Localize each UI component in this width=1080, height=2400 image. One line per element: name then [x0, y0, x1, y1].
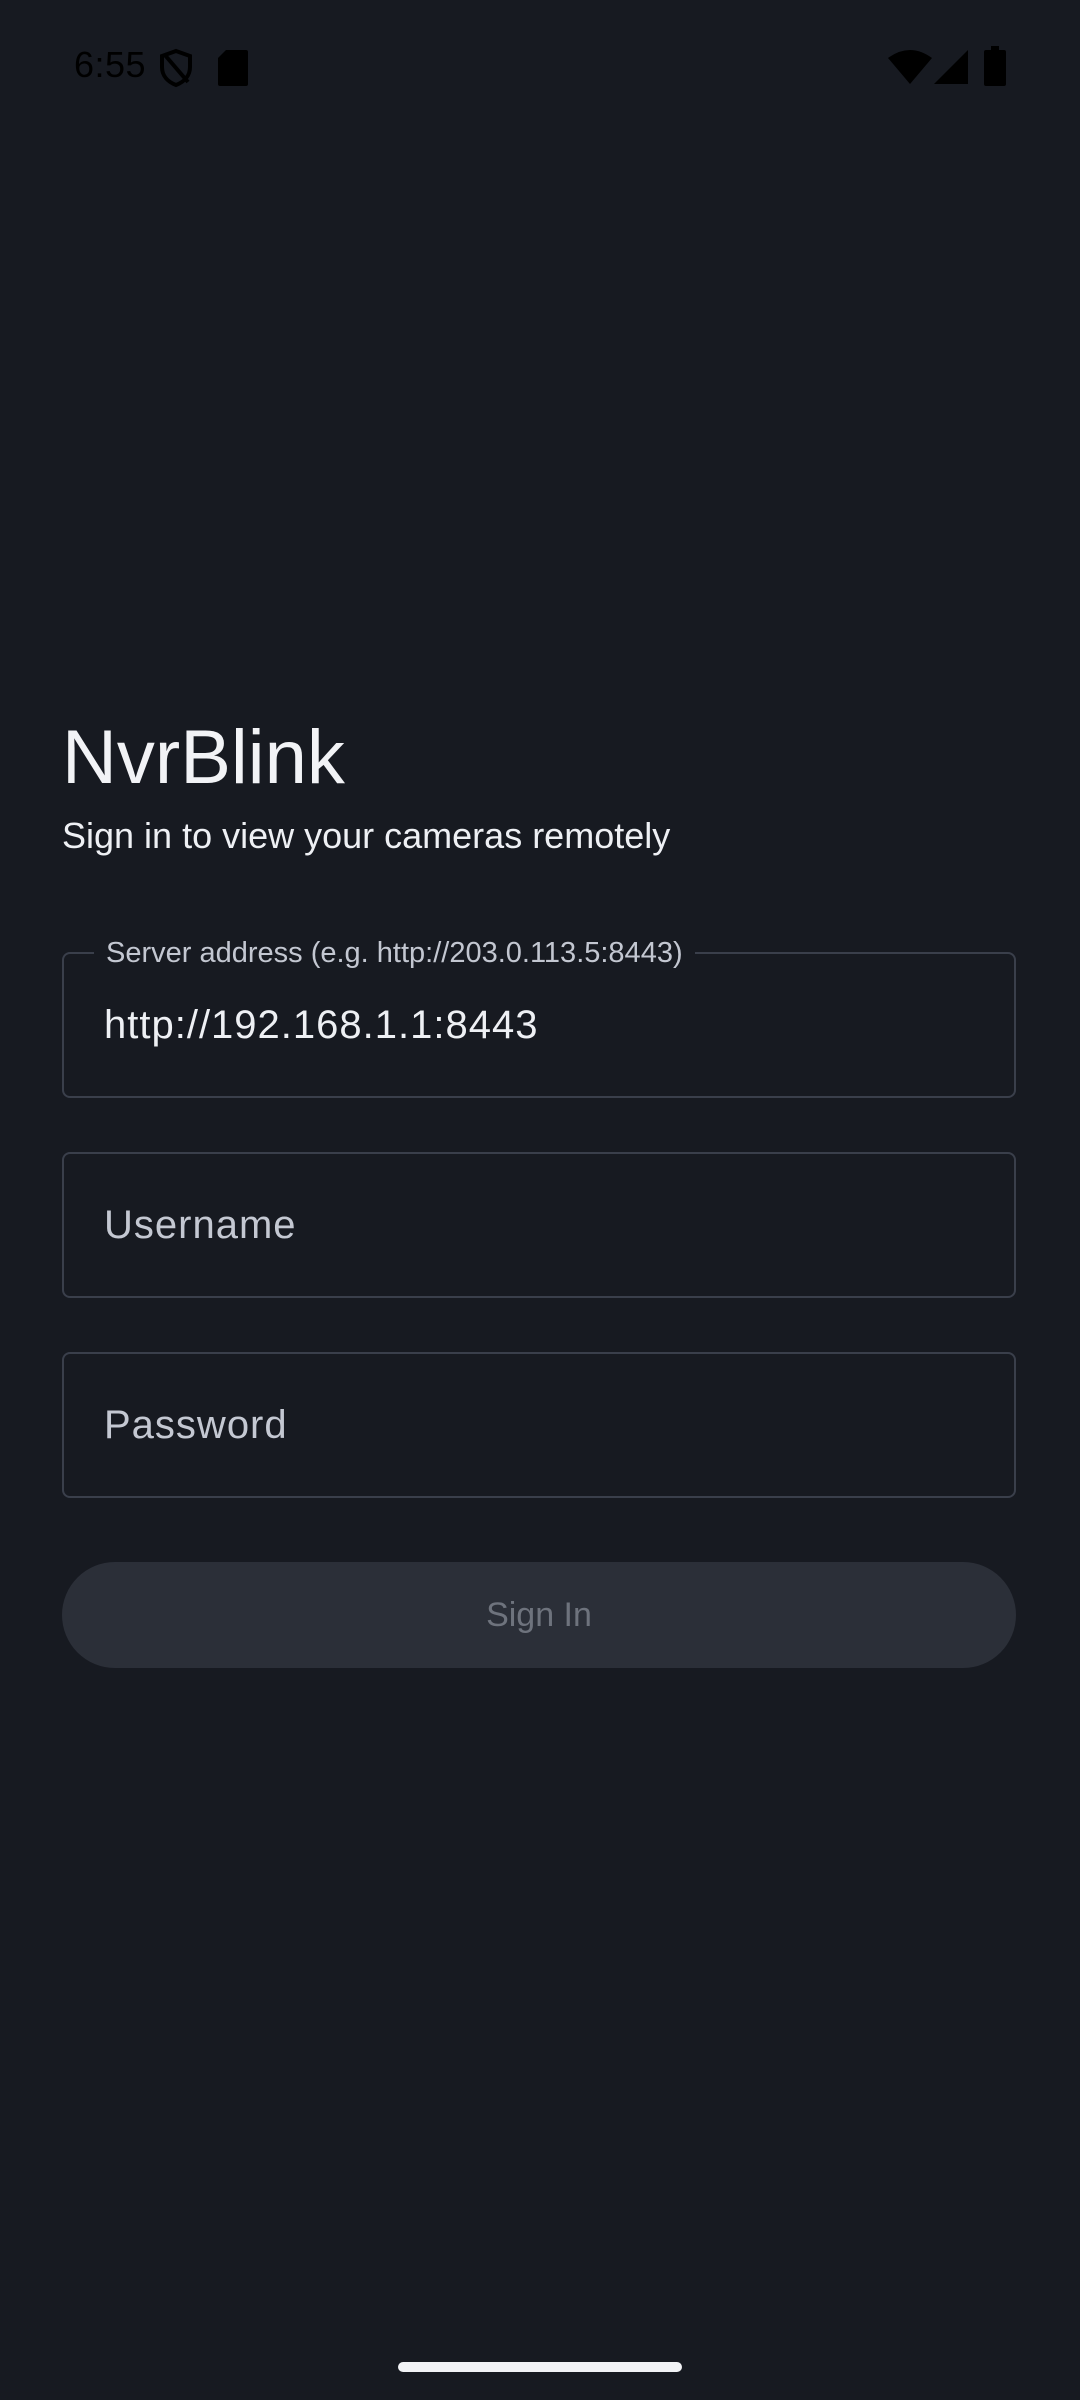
username-field[interactable]	[62, 1152, 1016, 1298]
server-address-field[interactable]: Server address (e.g. http://203.0.113.5:…	[62, 935, 1016, 1098]
username-input[interactable]	[104, 1154, 974, 1296]
battery-icon	[984, 46, 1006, 86]
app-subtitle: Sign in to view your cameras remotely	[62, 815, 671, 856]
status-time: 6:55	[74, 44, 147, 85]
cellular-signal-icon	[934, 50, 968, 84]
password-field[interactable]	[62, 1352, 1016, 1498]
wifi-icon	[888, 50, 932, 84]
gesture-nav-handle[interactable]	[398, 2362, 682, 2372]
sign-in-button[interactable]: Sign In	[62, 1562, 1016, 1668]
password-input[interactable]	[104, 1354, 974, 1496]
app-title: NvrBlink	[62, 715, 345, 800]
status-bar: 6:55	[0, 0, 1080, 130]
shield-icon	[160, 48, 192, 88]
sd-card-icon	[218, 50, 248, 86]
server-address-input[interactable]	[104, 954, 974, 1096]
